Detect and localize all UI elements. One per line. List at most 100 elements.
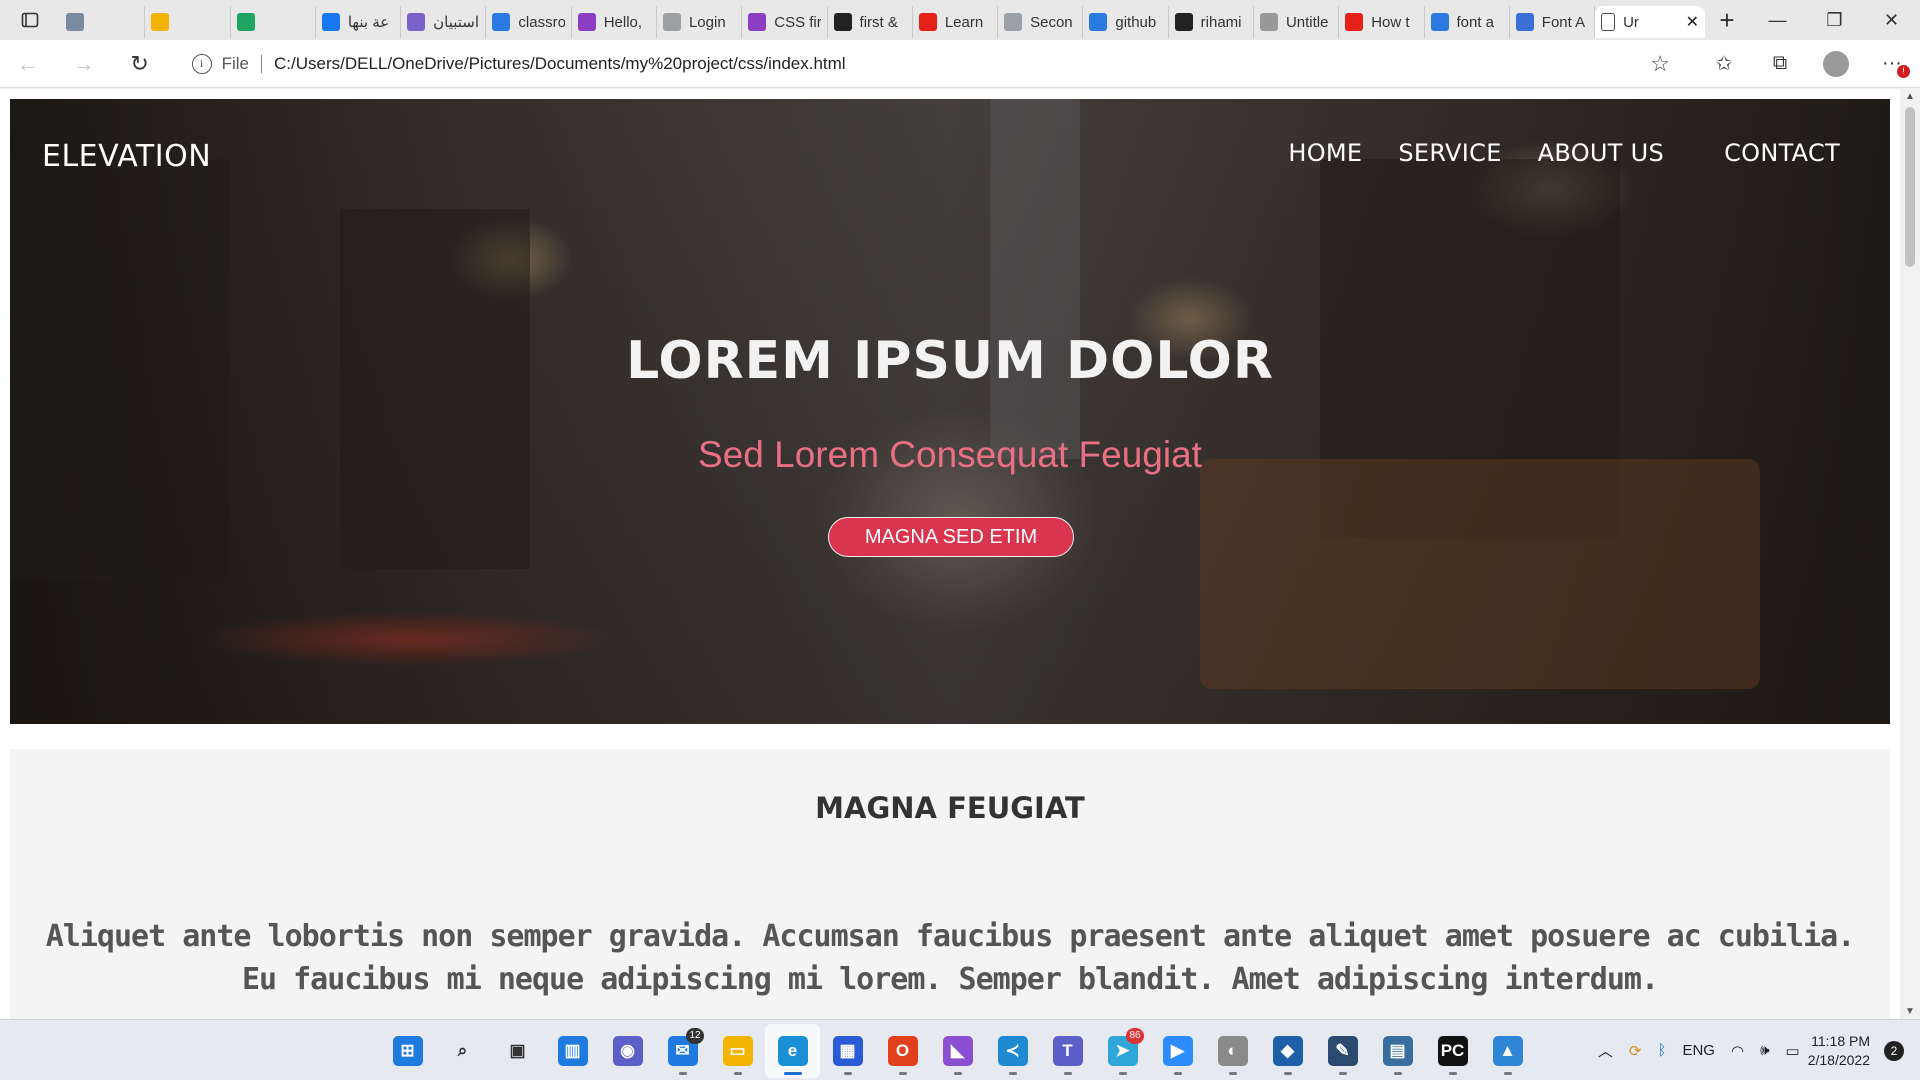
scrollbar-thumb[interactable] [1905, 107, 1915, 267]
browser-tab[interactable]: rihami [1169, 6, 1254, 38]
hero-banner: ELEVATION HOME SERVICE ABOUT US CONTACT … [10, 99, 1890, 724]
taskbar-app[interactable]: ▲ [1480, 1024, 1535, 1078]
taskbar-app[interactable]: ⌕ [435, 1024, 490, 1078]
tab-label: Login [688, 13, 726, 31]
app-badge: 86 [1126, 1027, 1144, 1044]
forward-button[interactable]: → [56, 40, 112, 88]
tab-label: عة بنها [347, 14, 390, 31]
tab-label: Learn [944, 13, 984, 31]
browser-tab[interactable]: Secon [998, 6, 1084, 38]
back-button[interactable]: ← [0, 40, 56, 88]
taskbar-app[interactable]: ≺ [985, 1024, 1040, 1078]
taskbar: ⊞ ⌕ ▣ ▥ ◉ ✉ 12 ▭ e ▦ O ◣ ≺ T ➤ 86 ▶ ◐ ◆ ✎ ▤ PC ▲ ︿ ⟳ ᛒ ENG ◠ 🕪… [0, 1019, 1920, 1080]
bluetooth-icon[interactable]: ᛒ [1649, 1020, 1674, 1080]
taskbar-app[interactable]: ◆ [1260, 1024, 1315, 1078]
browser-tab[interactable]: How t [1339, 6, 1425, 38]
scroll-up-icon[interactable]: ▲ [1905, 91, 1915, 102]
volume-icon[interactable]: 🕪 [1752, 1020, 1777, 1080]
minimize-button[interactable]: — [1749, 0, 1806, 40]
taskbar-app[interactable]: ◐ [1205, 1024, 1260, 1078]
new-tab-button[interactable]: + [1705, 0, 1749, 40]
scroll-down-icon[interactable]: ▼ [1905, 1006, 1915, 1017]
taskbar-app[interactable]: ▣ [490, 1024, 545, 1078]
nav-home-link[interactable]: HOME [1288, 139, 1362, 167]
taskbar-app[interactable]: ▦ [820, 1024, 875, 1078]
add-favorite-icon[interactable]: ☆ [1650, 51, 1670, 77]
address-bar[interactable]: i File C:/Users/DELL/OneDrive/Pictures/D… [177, 45, 1684, 82]
language-indicator[interactable]: ENG [1674, 1020, 1723, 1080]
python-ide-icon: ▤ [1382, 1035, 1413, 1066]
browser-tab[interactable]: عة بنها [316, 6, 402, 38]
restore-button[interactable]: ❐ [1806, 0, 1863, 40]
close-window-button[interactable]: ✕ [1863, 0, 1920, 40]
running-indicator [1173, 1071, 1182, 1075]
browser-tab-active[interactable]: Ur ✕ [1595, 6, 1705, 38]
browser-tab[interactable]: font a [1425, 6, 1510, 38]
browser-tab[interactable]: first & [828, 6, 913, 38]
taskbar-app[interactable]: ▥ [545, 1024, 600, 1078]
site-logo[interactable]: ELEVATION [42, 139, 211, 174]
browser-tab[interactable]: CSS fir [742, 6, 828, 38]
teams-chat-icon: ◉ [612, 1035, 643, 1066]
running-indicator [1228, 1071, 1237, 1075]
taskbar-app[interactable]: ✎ [1315, 1024, 1370, 1078]
taskbar-app[interactable]: ▶ [1150, 1024, 1205, 1078]
browser-tab[interactable]: Learn [913, 6, 999, 38]
info-icon[interactable]: i [191, 53, 212, 74]
browser-tab[interactable]: Untitle [1254, 6, 1340, 38]
browser-tab[interactable]: Font A [1510, 6, 1596, 38]
youtube-icon [1345, 13, 1364, 31]
collections-button[interactable]: ⧉ [1752, 40, 1808, 88]
running-indicator [1448, 1071, 1457, 1075]
nav-contact-link[interactable]: CONTACT [1724, 139, 1840, 167]
url-text[interactable]: C:/Users/DELL/OneDrive/Pictures/Document… [274, 54, 846, 74]
taskbar-app[interactable]: PC [1425, 1024, 1480, 1078]
purple-app-icon [577, 13, 596, 31]
running-indicator [1283, 1071, 1292, 1075]
browser-tab[interactable]: استبيان [401, 6, 487, 38]
refresh-button[interactable]: ↻ [112, 40, 168, 88]
running-indicator [678, 1071, 687, 1075]
sync-icon[interactable]: ⟳ [1621, 1020, 1650, 1080]
youtube-icon [918, 13, 937, 31]
close-tab-icon[interactable]: ✕ [1686, 12, 1699, 32]
favorites-button[interactable]: ✩ [1696, 40, 1752, 88]
taskbar-app[interactable]: ⊞ [380, 1024, 435, 1078]
browser-tab[interactable] [60, 6, 146, 38]
browser-tab[interactable]: Hello, [572, 6, 657, 38]
wifi-icon[interactable]: ◠ [1723, 1020, 1752, 1080]
google-drive-icon [151, 13, 170, 31]
site-nav: HOME SERVICE ABOUT US CONTACT [1288, 139, 1840, 167]
browser-tab[interactable]: classro [486, 6, 572, 38]
hero-overlay [10, 99, 1890, 724]
taskbar-apps: ⊞ ⌕ ▣ ▥ ◉ ✉ 12 ▭ e ▦ O ◣ ≺ T ➤ 86 ▶ ◐ ◆ ✎ ▤ PC ▲ [380, 1020, 1535, 1080]
taskbar-app[interactable]: ◉ [600, 1024, 655, 1078]
vertical-scrollbar[interactable]: ▲ ▼ [1900, 89, 1920, 1019]
taskbar-app[interactable]: O [875, 1024, 930, 1078]
task-view-icon: ▣ [509, 1040, 526, 1060]
photos-icon: ▲ [1492, 1035, 1523, 1066]
profile-button[interactable] [1808, 40, 1864, 88]
nav-about-link[interactable]: ABOUT US [1538, 139, 1664, 167]
notification-count-badge[interactable]: 2 [1884, 1040, 1904, 1061]
system-tray: ︿ ⟳ ᛒ ENG ◠ 🕪 ▭ 11:18 PM 2/18/2022 2 [1590, 1020, 1920, 1080]
taskbar-app[interactable]: ▭ [710, 1024, 765, 1078]
running-indicator [1503, 1071, 1512, 1075]
browser-tab[interactable] [231, 6, 316, 38]
taskbar-app[interactable]: ▤ [1370, 1024, 1425, 1078]
hero-cta-button[interactable]: MAGNA SED ETIM [828, 517, 1074, 557]
settings-menu-button[interactable]: ···! [1864, 40, 1920, 88]
battery-icon[interactable]: ▭ [1778, 1020, 1808, 1080]
taskbar-app[interactable]: e [765, 1023, 820, 1078]
tab-actions-button[interactable] [0, 0, 60, 40]
browser-tab[interactable]: Login [657, 6, 743, 38]
browser-tab[interactable] [145, 6, 231, 38]
show-hidden-icons-button[interactable]: ︿ [1590, 1020, 1621, 1080]
clock[interactable]: 11:18 PM 2/18/2022 [1808, 1032, 1876, 1070]
nav-service-link[interactable]: SERVICE [1398, 139, 1501, 167]
taskbar-app[interactable]: T [1040, 1024, 1095, 1078]
browser-tab[interactable]: github [1083, 6, 1169, 38]
taskbar-app[interactable]: ➤ 86 [1095, 1024, 1150, 1078]
taskbar-app[interactable]: ✉ 12 [655, 1024, 710, 1078]
taskbar-app[interactable]: ◣ [930, 1024, 985, 1078]
